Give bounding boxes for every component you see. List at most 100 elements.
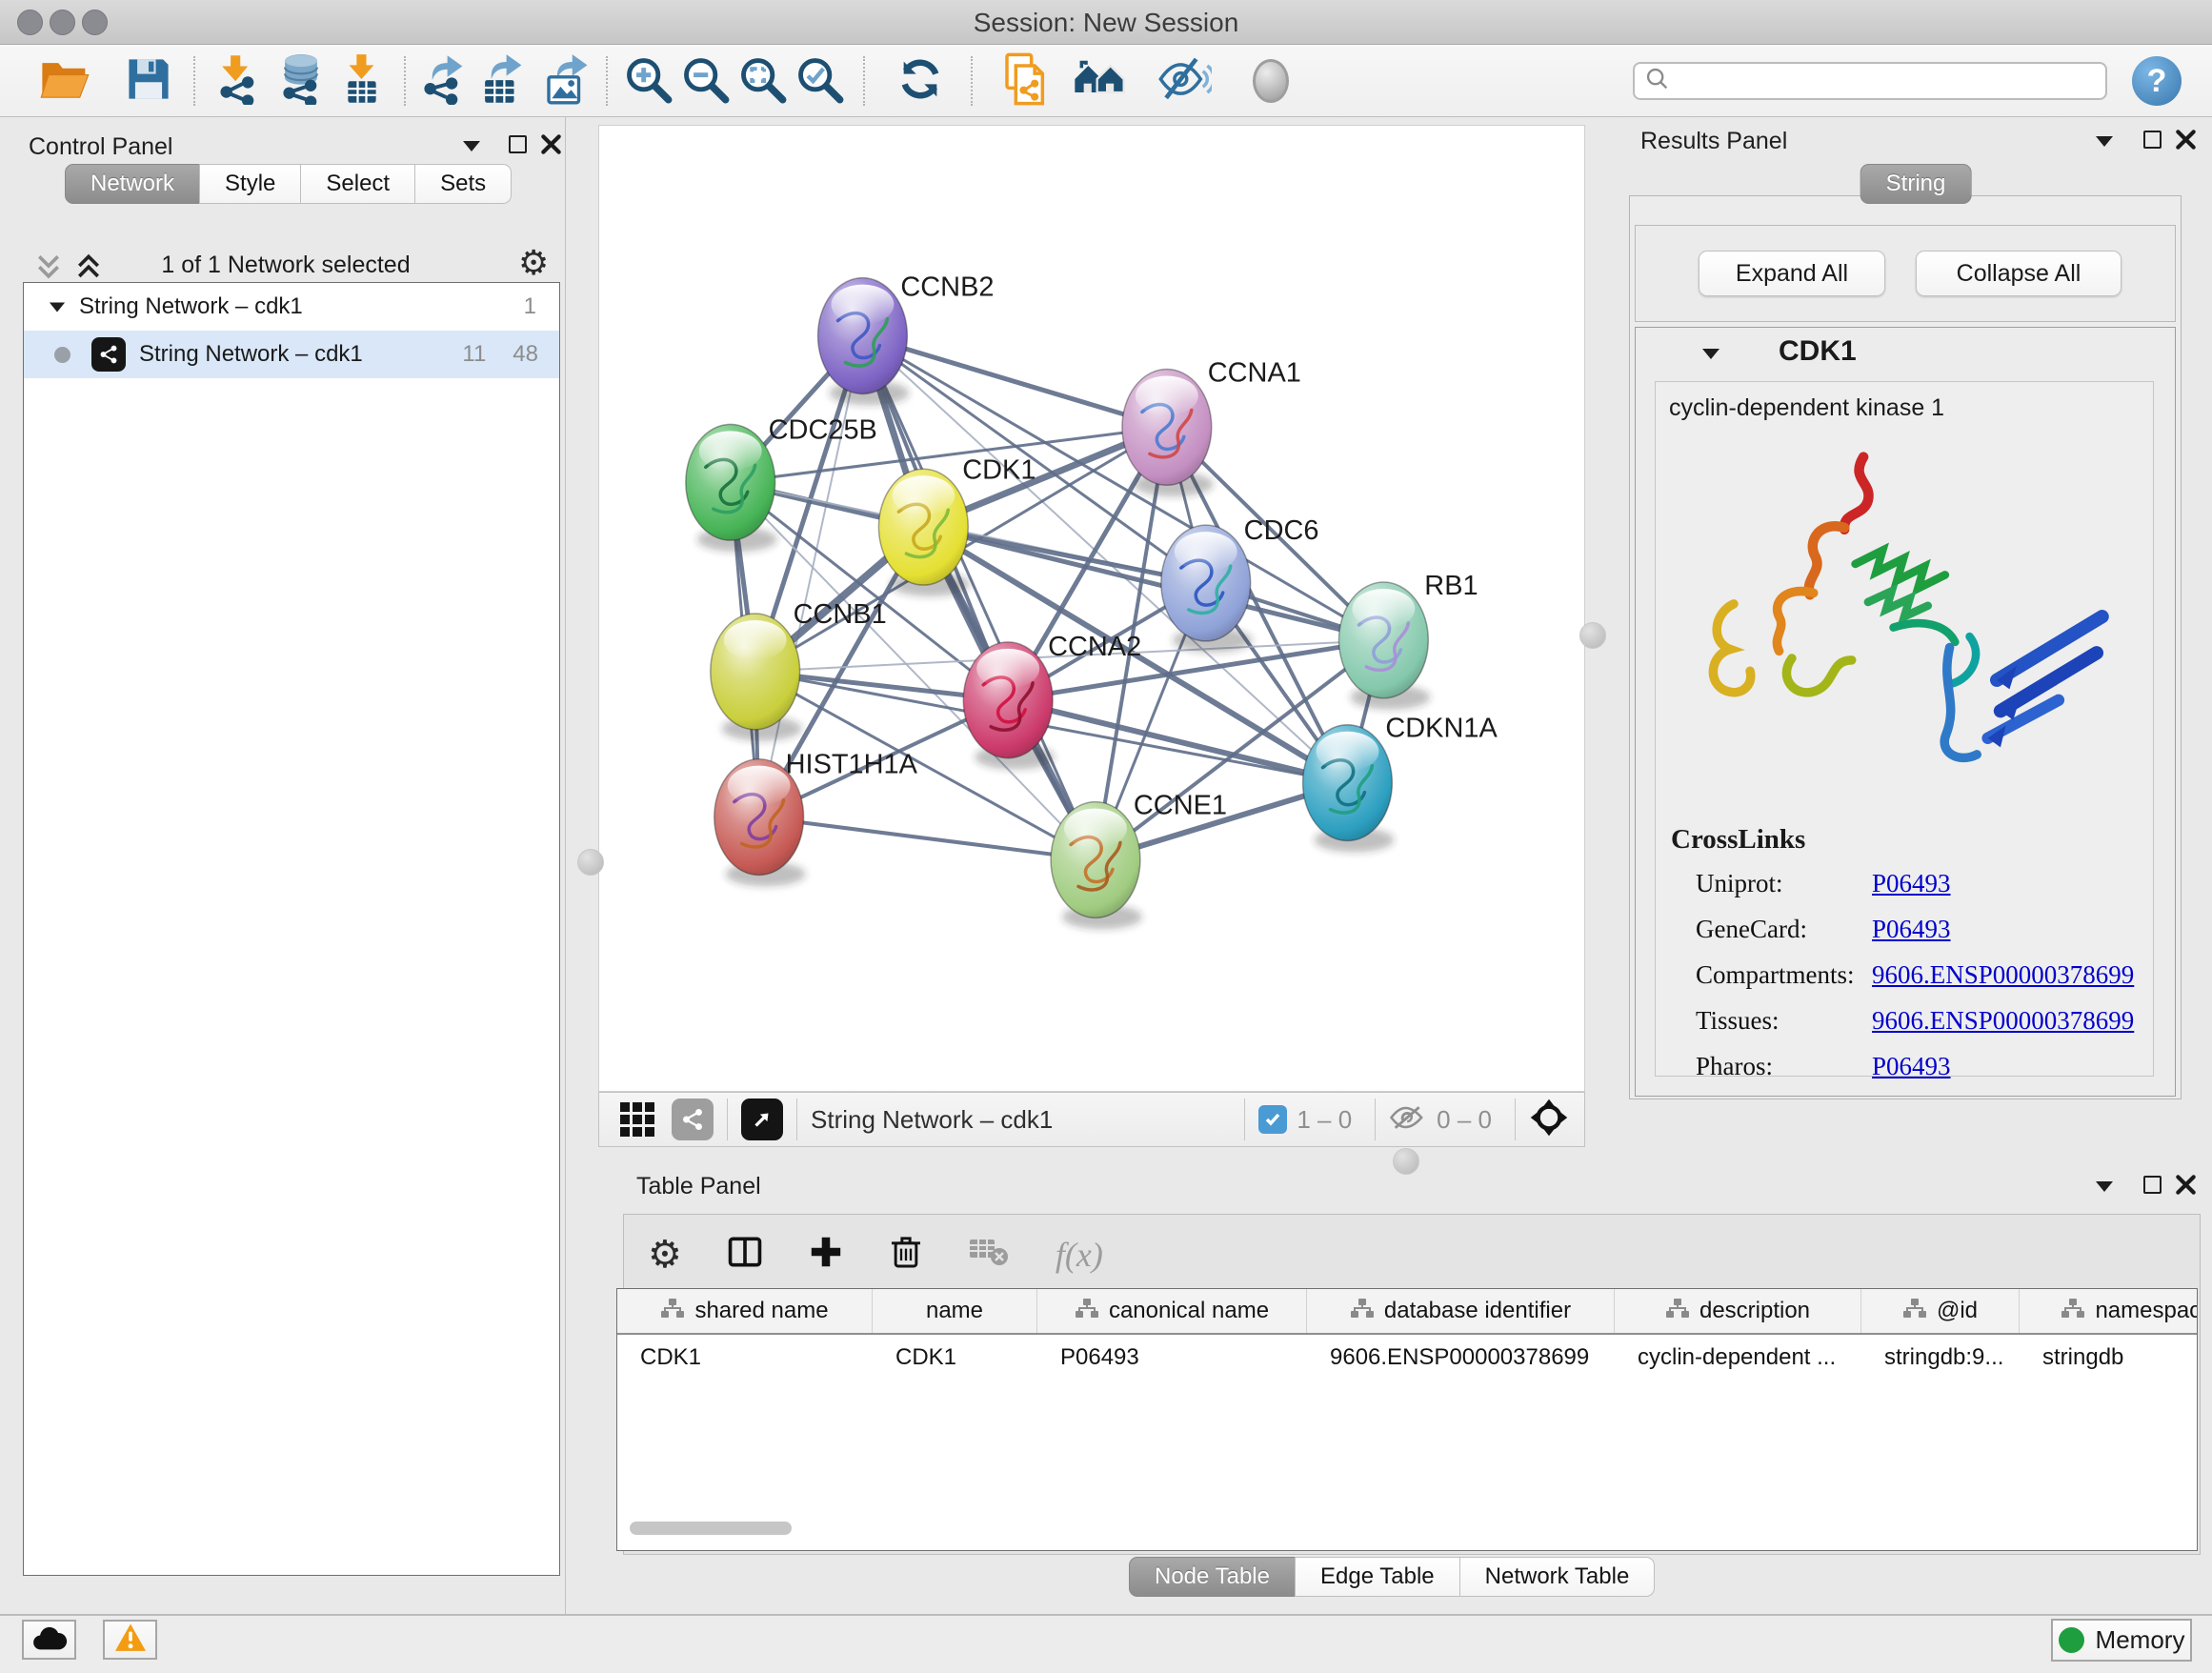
save-session-button[interactable] [122,54,175,108]
crosslink-link[interactable]: P06493 [1872,915,1951,944]
home-button[interactable] [1073,54,1126,108]
collection-label: String Network – cdk1 [79,293,303,320]
table-cell[interactable]: stringdb [2020,1344,2198,1371]
network-node-ccna1[interactable]: CCNA1 [1122,357,1301,496]
tab-select[interactable]: Select [300,164,415,204]
export-image-button[interactable] [539,54,593,108]
network-node-cdkn1a[interactable]: CDKN1A [1303,714,1498,853]
network-node-ccnb2[interactable]: CCNB2 [818,272,995,406]
network-options-gear-icon[interactable]: ⚙ [518,246,549,280]
network-node-rb1[interactable]: RB1 [1338,571,1478,710]
share-view-button[interactable] [672,1099,714,1140]
zoom-fit-icon [737,54,787,109]
table-header-@id[interactable]: @id [1861,1289,2020,1333]
network-edge[interactable] [759,817,1096,860]
zoom-out-button[interactable] [678,54,732,108]
table-settings-gear-icon[interactable]: ⚙ [648,1236,682,1274]
tab-string[interactable]: String [1860,164,1972,204]
protein-expand-caret-icon[interactable] [1702,349,1719,359]
clone-network-button[interactable] [1000,54,1054,108]
network-collection-row[interactable]: String Network – cdk1 1 [24,283,559,331]
table-header-description[interactable]: description [1615,1289,1861,1333]
import-table-button[interactable] [335,54,389,108]
results-panel-menu-caret-icon[interactable] [2096,136,2113,147]
tab-sets[interactable]: Sets [414,164,512,204]
zoom-in-button[interactable] [621,54,674,108]
table-row[interactable]: CDK1CDK1P064939606.ENSP00000378699cyclin… [617,1335,2198,1381]
control-panel-menu-caret-icon[interactable] [463,141,480,151]
birdseye-view-button[interactable] [741,1099,783,1140]
export-network-button[interactable] [415,54,469,108]
network-edge[interactable] [862,336,1166,428]
network-node-cdc6[interactable]: CDC6 [1161,515,1319,653]
show-graphics-details-button[interactable] [1244,54,1297,108]
expand-all-button[interactable]: Expand All [1699,251,1885,296]
table-header-database-identifier[interactable]: database identifier [1307,1289,1615,1333]
network-edge[interactable] [759,336,863,817]
toolbar-search[interactable] [1633,62,2107,100]
pan-crosshair-icon[interactable] [1529,1098,1569,1142]
crosslink-link[interactable]: 9606.ENSP00000378699 [1872,960,2134,990]
table-header-name[interactable]: name [873,1289,1037,1333]
grid-view-icon[interactable] [620,1102,654,1137]
table-header-canonical-name[interactable]: canonical name [1037,1289,1307,1333]
table-add-icon[interactable] [808,1234,844,1275]
zoom-fit-button[interactable] [735,54,789,108]
import-network-from-database-button[interactable] [274,54,328,108]
control-panel-close-icon[interactable] [541,134,561,159]
selected-checkbox-icon[interactable] [1258,1105,1287,1134]
search-input[interactable] [1671,67,2075,95]
network-node-cdc25b[interactable]: CDC25B [686,414,877,552]
memory-status-dot [2059,1627,2084,1653]
right-splitter-handle[interactable] [1579,622,1606,649]
table-panel-menu-caret-icon[interactable] [2096,1181,2113,1192]
network-node-ccne1[interactable]: CCNE1 [1051,791,1227,930]
table-cell[interactable]: CDK1 [617,1344,873,1371]
network-row-selected[interactable]: String Network – cdk1 11 48 [24,331,559,378]
table-header-shared-name[interactable]: shared name [617,1289,873,1333]
table-cell[interactable]: P06493 [1037,1344,1307,1371]
table-cell[interactable]: 9606.ENSP00000378699 [1307,1344,1615,1371]
network-node-cdk1[interactable]: CDK1 [878,454,1036,596]
crosslink-link[interactable]: P06493 [1872,1052,1951,1081]
network-node-ccnb1[interactable]: CCNB1 [711,599,887,741]
tab-node-table[interactable]: Node Table [1129,1557,1296,1597]
table-cell[interactable]: stringdb:9... [1861,1344,2020,1371]
collapse-all-button[interactable]: Collapse All [1916,251,2122,296]
cloud-status-button[interactable] [22,1620,76,1660]
tab-edge-table[interactable]: Edge Table [1295,1557,1460,1597]
left-splitter-handle[interactable] [577,849,604,876]
table-cell[interactable]: CDK1 [873,1344,1037,1371]
eye-slash-icon [1158,52,1212,111]
import-network-button[interactable] [211,54,265,108]
collection-expand-icon[interactable] [50,302,65,312]
export-table-button[interactable] [474,54,528,108]
zoom-selected-button[interactable] [793,54,846,108]
warning-status-button[interactable] [103,1620,157,1660]
table-panel-float-icon[interactable] [2143,1176,2162,1194]
network-node-hist1h1a[interactable]: HIST1H1A [714,750,918,887]
network-edge[interactable] [862,336,1096,860]
help-button[interactable]: ? [2132,56,2182,106]
results-panel-float-icon[interactable] [2143,131,2162,149]
hidden-eye-slash-icon[interactable] [1389,1103,1427,1137]
crosslink-link[interactable]: 9606.ENSP00000378699 [1872,1006,2134,1036]
table-columns-icon[interactable] [726,1233,764,1276]
tab-network-table[interactable]: Network Table [1459,1557,1656,1597]
tab-style[interactable]: Style [199,164,301,204]
table-cell[interactable]: cyclin-dependent ... [1615,1344,1861,1371]
table-delete-icon[interactable] [888,1233,924,1276]
memory-button[interactable]: Memory [2051,1619,2192,1662]
tab-network[interactable]: Network [65,164,200,204]
table-header-namespace[interactable]: namespace [2020,1289,2198,1333]
node-label: CCNB1 [794,599,887,630]
control-panel-float-icon[interactable] [509,135,527,153]
hide-selected-button[interactable] [1158,54,1212,108]
table-horizontal-scrollbar[interactable] [630,1522,792,1535]
crosslink-link[interactable]: P06493 [1872,869,1951,898]
apply-layout-button[interactable] [894,54,947,108]
results-panel-close-icon[interactable] [2176,130,2196,154]
open-session-button[interactable] [38,54,91,108]
network-canvas[interactable]: CCNB2CCNA1CDC25BCDK1CDC6RB1CCNB1CCNA2CDK… [599,126,1584,1091]
table-panel-close-icon[interactable] [2176,1175,2196,1199]
